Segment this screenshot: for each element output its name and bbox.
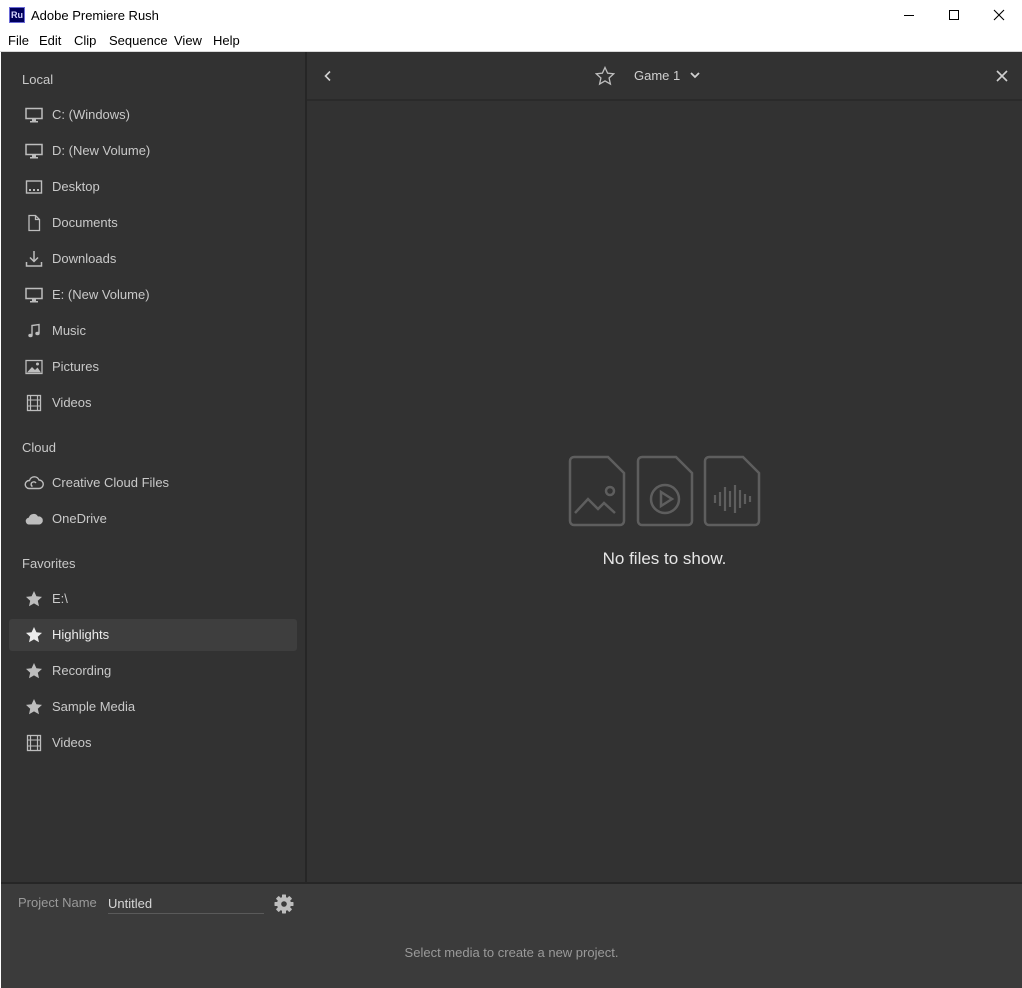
monitor-icon (24, 286, 44, 304)
gear-icon (274, 894, 294, 914)
section-title-local: Local (22, 72, 54, 87)
folder-name: Game 1 (634, 68, 681, 83)
sidebar-item-label: Highlights (52, 627, 110, 642)
create-project-hint: Select media to create a new project. (404, 945, 619, 960)
back-button[interactable] (319, 67, 337, 85)
media-browser: Game 1 No files to show. (307, 52, 1022, 882)
close-browser-button[interactable] (993, 67, 1011, 85)
sidebar-item-highlights[interactable]: Highlights (9, 619, 297, 651)
sidebar-item-downloads[interactable]: Downloads (9, 243, 297, 275)
maximize-icon (949, 10, 959, 20)
title-bar: Ru Adobe Premiere Rush (0, 0, 1022, 30)
sidebar-item-desktop[interactable]: Desktop (9, 171, 297, 203)
sidebar-item-label: Documents (52, 215, 118, 230)
sidebar-item-recording[interactable]: Recording (9, 655, 297, 687)
sidebar-item-label: Desktop (52, 179, 100, 194)
project-name-label: Project Name (18, 895, 97, 910)
sidebar-item-label: Downloads (52, 251, 117, 266)
sidebar-item-label: Videos (52, 395, 92, 410)
star-icon (24, 626, 44, 644)
project-settings-button[interactable] (274, 894, 294, 914)
sidebar-item-documents[interactable]: Documents (9, 207, 297, 239)
star-icon (24, 590, 44, 608)
star-outline-icon (595, 66, 615, 86)
music-note-icon (24, 322, 44, 340)
sidebar-item-c-drive[interactable]: C: (Windows) (9, 99, 297, 131)
download-icon (24, 250, 44, 268)
chevron-down-icon (690, 72, 700, 79)
document-icon (24, 214, 44, 232)
sidebar-item-label: E: (New Volume) (52, 287, 150, 302)
menu-clip[interactable]: Clip (74, 33, 96, 48)
monitor-icon (24, 142, 44, 160)
film-icon (24, 734, 44, 752)
menu-edit[interactable]: Edit (39, 33, 61, 48)
audio-file-icon (703, 455, 761, 527)
monitor-icon (24, 106, 44, 124)
sidebar-item-pictures[interactable]: Pictures (9, 351, 297, 383)
sidebar-item-label: Music (52, 323, 86, 338)
menu-file[interactable]: File (8, 33, 29, 48)
location-sidebar: Local C: (Windows) D: (New Volume) Deskt… (1, 52, 305, 882)
star-icon (24, 698, 44, 716)
section-title-cloud: Cloud (22, 440, 56, 455)
sidebar-item-onedrive[interactable]: OneDrive (9, 503, 297, 535)
sidebar-item-creative-cloud-files[interactable]: Creative Cloud Files (9, 467, 297, 499)
video-file-icon (636, 455, 694, 527)
browser-header: Game 1 (307, 52, 1022, 101)
sidebar-item-label: OneDrive (52, 511, 107, 526)
sidebar-item-d-drive[interactable]: D: (New Volume) (9, 135, 297, 167)
sidebar-item-label: Sample Media (52, 699, 136, 714)
menu-view[interactable]: View (174, 33, 202, 48)
project-bar: Project Name Select media to create a ne… (1, 882, 1022, 988)
maximize-button[interactable] (931, 0, 977, 30)
menu-help[interactable]: Help (213, 33, 240, 48)
sidebar-item-e-root[interactable]: E:\ (9, 583, 297, 615)
close-icon (996, 70, 1008, 82)
creative-cloud-icon (24, 474, 44, 492)
minimize-icon (904, 15, 914, 16)
picture-icon (24, 358, 44, 376)
section-title-favorites: Favorites (22, 556, 76, 571)
film-icon (24, 394, 44, 412)
sidebar-item-label: D: (New Volume) (52, 143, 151, 158)
sidebar-item-label: C: (Windows) (52, 107, 131, 122)
folder-dropdown-button[interactable] (688, 68, 702, 82)
sidebar-item-label: Recording (52, 663, 112, 678)
menu-bar: File Edit Clip Sequence View Help (0, 30, 1022, 52)
app-logo-icon: Ru (9, 7, 25, 23)
sidebar-item-videos[interactable]: Videos (9, 387, 297, 419)
close-icon (993, 9, 1005, 21)
sidebar-item-label: Creative Cloud Files (52, 475, 170, 490)
menu-sequence[interactable]: Sequence (109, 33, 168, 48)
window-title: Adobe Premiere Rush (31, 8, 159, 23)
sidebar-item-sample-media[interactable]: Sample Media (9, 691, 297, 723)
sidebar-item-label: Videos (52, 735, 92, 750)
sidebar-item-label: E:\ (52, 591, 68, 606)
sidebar-item-music[interactable]: Music (9, 315, 297, 347)
desktop-icon (24, 178, 44, 196)
minimize-button[interactable] (886, 0, 932, 30)
favorite-toggle-button[interactable] (594, 65, 616, 87)
close-window-button[interactable] (976, 0, 1022, 30)
sidebar-item-label: Pictures (52, 359, 99, 374)
chevron-left-icon (324, 70, 331, 82)
project-name-input[interactable] (108, 892, 264, 914)
star-icon (24, 662, 44, 680)
image-file-icon (568, 455, 626, 527)
sidebar-item-favorite-videos[interactable]: Videos (9, 727, 297, 759)
cloud-icon (24, 510, 44, 528)
sidebar-item-e-drive[interactable]: E: (New Volume) (9, 279, 297, 311)
empty-state-message: No files to show. (602, 549, 727, 568)
